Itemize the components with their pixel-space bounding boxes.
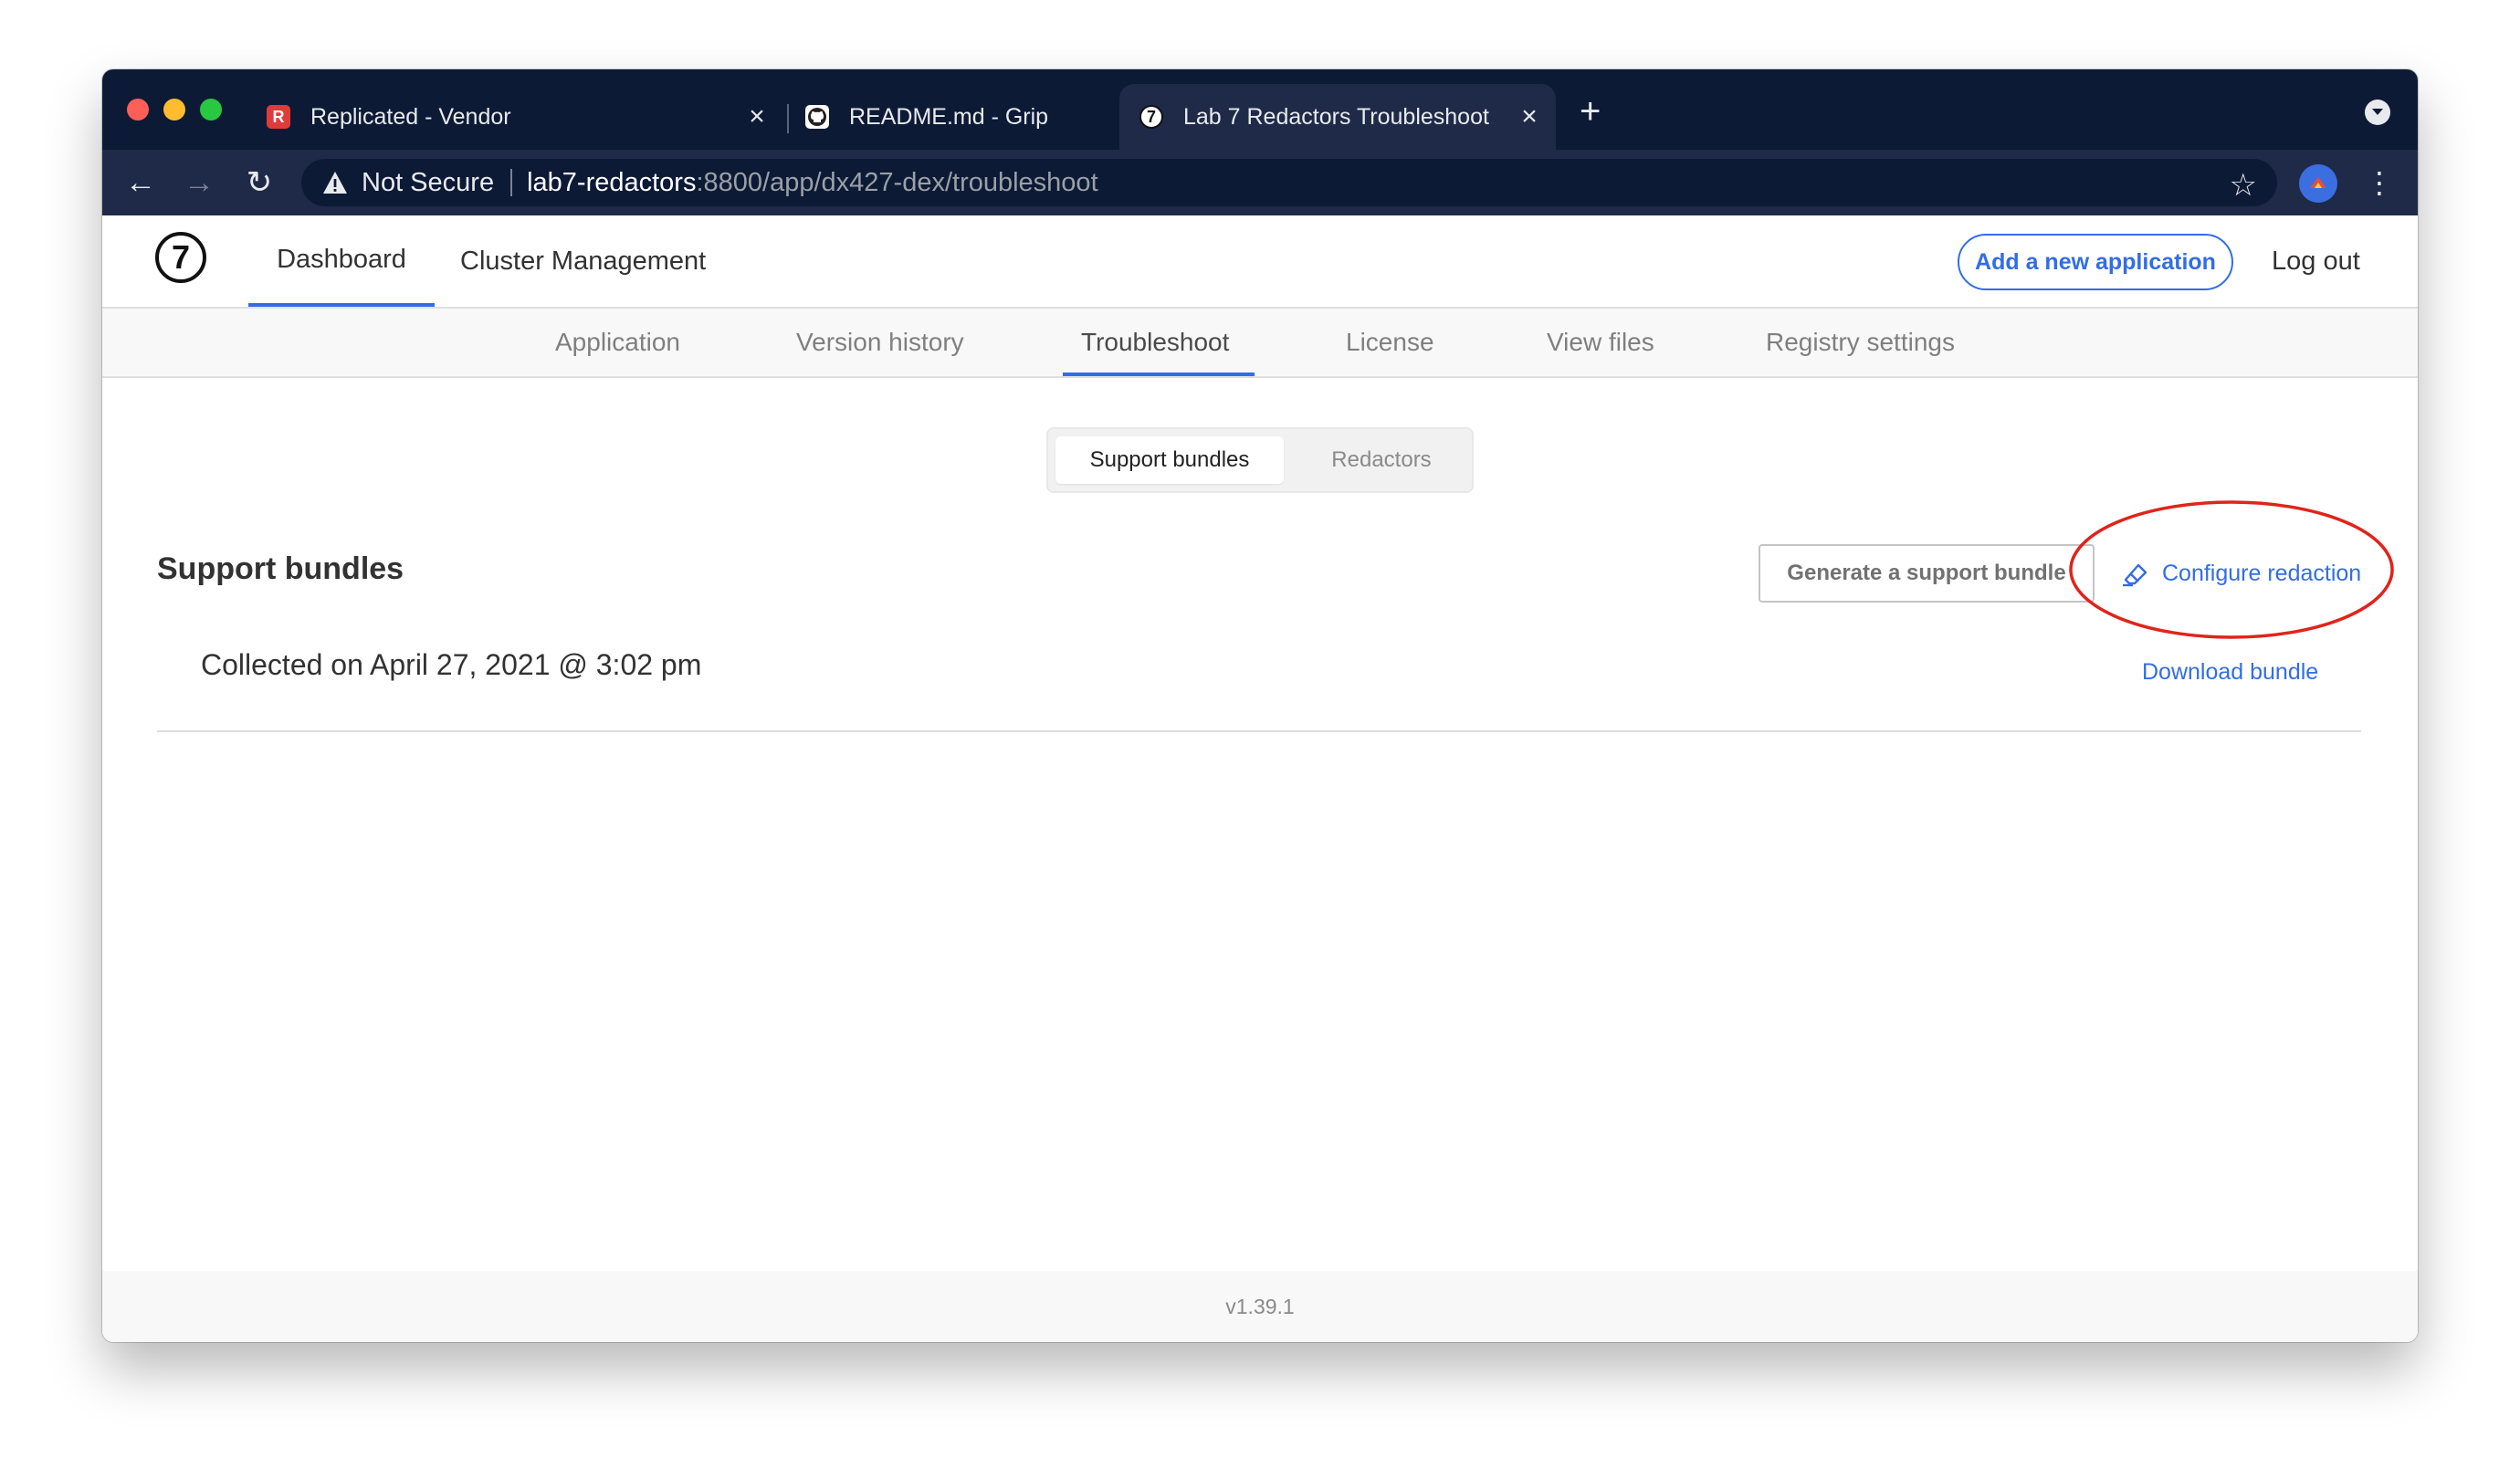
zoom-window-button[interactable] [200, 99, 222, 121]
forward-arrow-icon[interactable]: → [179, 163, 219, 203]
configure-redaction-link[interactable]: Configure redaction [2120, 544, 2361, 603]
subnav-tab-license[interactable]: License [1346, 309, 1434, 376]
bundle-divider [157, 730, 2361, 732]
close-window-button[interactable] [127, 99, 149, 121]
toggle-support-bundles[interactable]: Support bundles [1055, 436, 1284, 484]
download-bundle-link[interactable]: Download bundle [2142, 659, 2318, 686]
minimize-window-button[interactable] [163, 99, 185, 121]
footer-version: v1.39.1 [102, 1271, 2418, 1342]
back-arrow-icon[interactable]: ← [121, 163, 161, 203]
logout-link[interactable]: Log out [2272, 215, 2360, 307]
browser-window: R Replicated - Vendor × README.md - Grip… [102, 69, 2418, 1342]
bookmark-star-icon[interactable]: ☆ [2230, 167, 2257, 204]
address-bar[interactable]: Not Secure lab7-redactors :8800/app/dx42… [301, 159, 2277, 206]
nav-cluster-management[interactable]: Cluster Management [460, 215, 706, 307]
github-icon [805, 105, 829, 129]
configure-redaction-label: Configure redaction [2162, 560, 2362, 586]
eraser-icon [2123, 563, 2147, 587]
browser-toolbar: ← → ↻ Not Secure lab7-redactors :8800/ap… [102, 150, 2418, 215]
omnibox-divider [510, 169, 513, 196]
section-title: Support bundles [157, 551, 404, 586]
warning-icon [323, 172, 347, 194]
browser-tab-replicated[interactable]: R Replicated - Vendor × [267, 84, 780, 150]
security-label: Not Secure [362, 167, 495, 197]
tab-title: Lab 7 Redactors Troubleshoot [1183, 103, 1489, 130]
add-application-button[interactable]: Add a new application [1958, 234, 2233, 290]
nav-dashboard[interactable]: Dashboard [248, 215, 435, 307]
close-icon[interactable]: × [1516, 101, 1543, 132]
url-path: :8800/app/dx427-dex/troubleshoot [696, 167, 1098, 197]
subnav-tab-troubleshoot[interactable]: Troubleshoot [1081, 309, 1229, 376]
active-tab-indicator [1063, 372, 1255, 376]
app-header: 7 Dashboard Cluster Management Add a new… [102, 215, 2418, 309]
browser-tab-lab7[interactable]: 7 Lab 7 Redactors Troubleshoot × [1119, 84, 1556, 150]
subnav-tab-version-history[interactable]: Version history [796, 309, 964, 376]
toggle-redactors[interactable]: Redactors [1295, 436, 1468, 484]
tab-strip: R Replicated - Vendor × README.md - Grip… [102, 69, 2418, 150]
bundle-collected-date: Collected on April 27, 2021 @ 3:02 pm [201, 648, 702, 681]
browser-menu-icon[interactable]: ⋮ [2365, 163, 2394, 203]
generate-support-bundle-button[interactable]: Generate a support bundle [1759, 544, 2095, 603]
tab-title: Replicated - Vendor [310, 103, 511, 130]
subnav-tab-application[interactable]: Application [555, 309, 680, 376]
app-seven-icon: 7 [1139, 105, 1163, 129]
replicated-logo-icon: R [267, 105, 290, 129]
reload-icon[interactable]: ↻ [239, 163, 279, 203]
tab-search-icon[interactable] [2365, 100, 2390, 125]
subnav-tab-registry-settings[interactable]: Registry settings [1766, 309, 1955, 376]
profile-avatar[interactable] [2299, 164, 2337, 203]
subnav-tab-view-files[interactable]: View files [1547, 309, 1654, 376]
app-logo[interactable]: 7 [155, 232, 206, 283]
close-icon[interactable]: × [743, 101, 771, 132]
url-host: lab7-redactors [527, 167, 697, 197]
new-tab-button[interactable]: + [1580, 93, 1601, 130]
app-subnav: Application Version history Troubleshoot… [102, 309, 2418, 378]
view-toggle: Support bundles Redactors [1046, 427, 1474, 493]
tab-separator [787, 104, 789, 133]
